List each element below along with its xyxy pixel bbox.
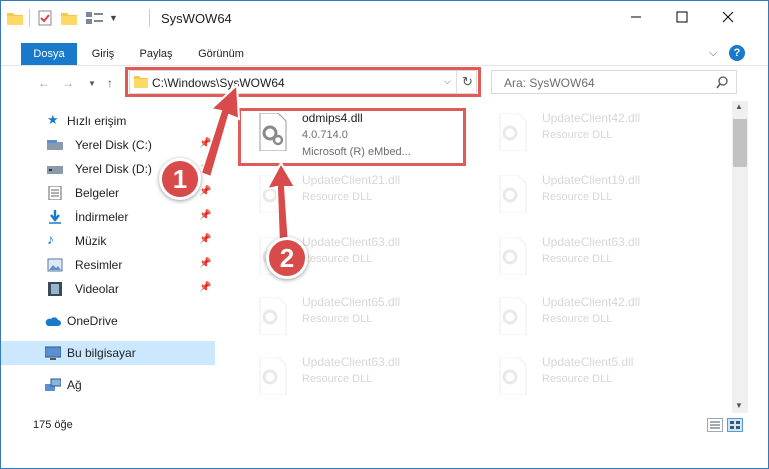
arrow-1-icon — [199, 82, 241, 179]
callout-step-1: 1 — [159, 158, 201, 200]
arrow-2-icon — [265, 160, 297, 246]
callout-step-2: 2 — [266, 237, 308, 279]
explorer-window: ▼ SysWOW64 Dosya Giriş Paylaş Görünüm ⌵ … — [0, 0, 769, 469]
annotation-arrows — [199, 82, 297, 246]
